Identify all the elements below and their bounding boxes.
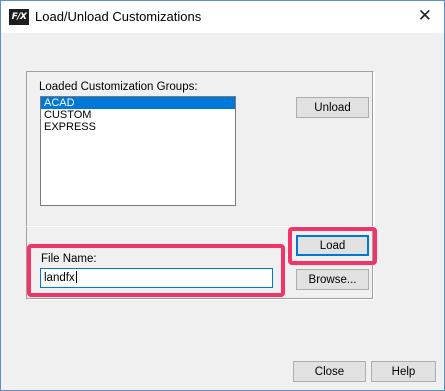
- dialog-title: Load/Unload Customizations: [35, 9, 202, 24]
- close-button[interactable]: Close: [293, 361, 366, 382]
- list-item-express[interactable]: EXPRESS: [41, 121, 235, 133]
- file-name-input[interactable]: landfx: [40, 268, 273, 288]
- browse-button[interactable]: Browse...: [296, 269, 369, 290]
- load-button[interactable]: Load: [296, 235, 369, 256]
- dialog-window: F/X Load/Unload Customizations ✕ Loaded …: [0, 0, 445, 391]
- groups-label: Loaded Customization Groups:: [39, 81, 198, 93]
- landfx-app-icon: F/X: [9, 9, 29, 25]
- file-name-value: landfx: [44, 272, 75, 284]
- text-caret: [75, 271, 77, 283]
- close-icon[interactable]: ✕: [418, 6, 432, 26]
- help-button[interactable]: Help: [371, 361, 436, 382]
- list-item-custom[interactable]: CUSTOM: [41, 109, 235, 121]
- file-name-label: File Name:: [41, 253, 97, 265]
- customization-groups-list[interactable]: ACAD CUSTOM EXPRESS: [40, 96, 236, 206]
- title-bar[interactable]: F/X Load/Unload Customizations ✕: [1, 1, 444, 33]
- unload-button[interactable]: Unload: [296, 97, 369, 118]
- list-item-acad[interactable]: ACAD: [41, 97, 235, 109]
